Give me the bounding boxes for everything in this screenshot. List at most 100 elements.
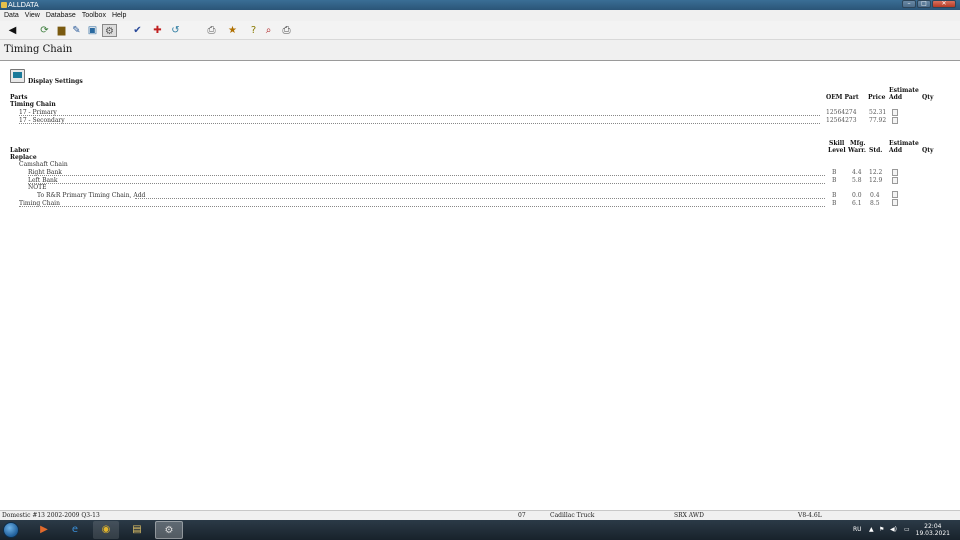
flag-icon[interactable]: ⚑ [879,520,884,540]
row-leader [135,198,825,199]
chrome-icon[interactable]: ◉ [93,521,119,539]
window-controls: – □ ✕ [902,0,956,9]
estimate-icon[interactable]: ⚙ [102,24,117,37]
skill-header: Skill [829,140,845,147]
status-engine: V8-4.6L [798,512,822,519]
menu-database[interactable]: Database [46,10,76,21]
print-preview-icon[interactable]: ⎙ [205,24,218,37]
labor-warr: 6.1 [852,200,862,207]
part-oem-number: 12564274 [826,109,857,116]
parts-estimate-header: Estimate [889,87,919,94]
network-icon[interactable]: ▭ [904,520,910,540]
page-title-band: Timing Chain [0,40,960,61]
estimate-add-checkbox[interactable] [892,169,898,176]
labor-add-header: Add [889,147,903,154]
estimate-add-checkbox[interactable] [892,191,898,198]
help-icon[interactable]: ? [247,24,260,37]
row-leader [28,175,825,176]
app-icon [1,2,7,8]
volume-icon[interactable]: ◀) [890,520,897,540]
labor-skill: B [832,169,837,176]
std-header: Std. [869,147,883,154]
menu-data[interactable]: Data [4,10,19,21]
parts-section-label: Parts [10,94,28,101]
estimate-add-checkbox[interactable] [892,177,898,184]
parts-qty-header: Qty [922,94,934,101]
printer-icon[interactable]: ⎙ [280,24,293,37]
alldata-taskbar-icon[interactable]: ⚙ [155,521,183,539]
labor-std: 0.4 [870,192,880,199]
content-area: Display Settings Estimate Parts OEM Part… [0,62,960,510]
media-player-icon[interactable]: ▶ [31,521,57,539]
repair-icon[interactable]: ↺ [169,24,182,37]
toolbar: ◀ ⟳ ▆ ✎ ▣ ⚙ ✔ ✚ ↺ ⎙ ★ ? ⌕ ⎙ [0,21,960,40]
labor-std: 12.2 [869,169,883,176]
part-price: 77.92 [869,117,887,124]
labor-group-label: Replace [10,154,37,161]
parts-group-label: Timing Chain [10,101,56,108]
window-title: ALLDATA [8,1,39,9]
labor-section-label: Labor [10,147,30,154]
window-titlebar: ALLDATA – □ ✕ [0,0,960,10]
part-oem-number: 12564273 [826,117,857,124]
price-header: Price [868,94,886,101]
labor-warr: 4.4 [852,169,862,176]
status-make: Cadillac Truck [550,512,595,519]
page-title: Timing Chain [4,44,73,55]
close-button[interactable]: ✕ [932,0,956,8]
labor-skill: B [832,177,837,184]
menu-view[interactable]: View [25,10,40,21]
menu-help[interactable]: Help [112,10,126,21]
mfg-header: Mfg. [850,140,866,147]
clock-time: 22:04 [924,523,942,530]
tray-expand-icon[interactable]: ▲ [869,520,874,540]
internet-explorer-icon[interactable]: e [62,521,88,539]
row-leader [19,123,820,124]
estimate-add-checkbox[interactable] [892,199,898,206]
labor-estimate-header: Estimate [889,140,919,147]
clock-date: 19.03.2021 [915,530,950,537]
part-price: 52.31 [869,109,887,116]
back-arrow-icon[interactable]: ◀ [6,24,19,37]
monitor-icon[interactable] [10,69,25,83]
estimate-add-checkbox[interactable] [892,117,898,124]
labor-std: 8.5 [870,200,880,207]
folder-icon[interactable]: ▆ [55,24,68,37]
menu-toolbox[interactable]: Toolbox [82,10,106,21]
row-leader [19,115,820,116]
maximize-button[interactable]: □ [917,0,931,8]
labor-warr: 0.0 [852,192,862,199]
warr-header: Warr. [848,147,866,154]
start-button[interactable] [3,522,19,538]
minimize-button[interactable]: – [902,0,916,8]
labor-skill: B [832,200,837,207]
labor-note-label: NOTE [28,184,47,191]
search-icon[interactable]: ⌕ [262,24,275,37]
bookmark-icon[interactable]: ★ [226,24,239,37]
status-model: SRX AWD [674,512,704,519]
taskbar: ▶ e ◉ ▤ ⚙ RU ▲ ⚑ ◀) ▭ 22:04 19.03.2021 [0,520,960,540]
labor-skill: B [832,192,837,199]
display-settings-link[interactable]: Display Settings [28,78,83,85]
menu-bar: Data View Database Toolbox Help [0,10,960,21]
new-icon[interactable]: ✚ [151,24,164,37]
level-header: Level [828,147,846,154]
component-search-icon[interactable]: ✎ [70,24,83,37]
labor-std: 12.9 [869,177,883,184]
status-bar: Domestic #13 2002-2009 Q3-13 07 Cadillac… [0,510,960,520]
labor-row-name: Camshaft Chain [19,161,68,168]
labor-warr: 5.8 [852,177,862,184]
labor-qty-header: Qty [922,147,934,154]
labor-icon[interactable]: ✔ [131,24,144,37]
tsb-icon[interactable]: ▣ [86,24,99,37]
oem-part-header: OEM Part [826,94,859,101]
status-year: 07 [518,512,526,519]
status-database: Domestic #13 2002-2009 Q3-13 [2,512,100,519]
vehicle-select-icon[interactable]: ⟳ [38,24,51,37]
language-indicator[interactable]: RU [853,520,862,540]
estimate-add-checkbox[interactable] [892,109,898,116]
labor-row-name: To R&R Primary Timing Chain, Add [37,192,146,199]
row-leader [19,206,825,207]
system-clock[interactable]: 22:04 19.03.2021 [916,523,950,537]
file-explorer-icon[interactable]: ▤ [124,521,150,539]
